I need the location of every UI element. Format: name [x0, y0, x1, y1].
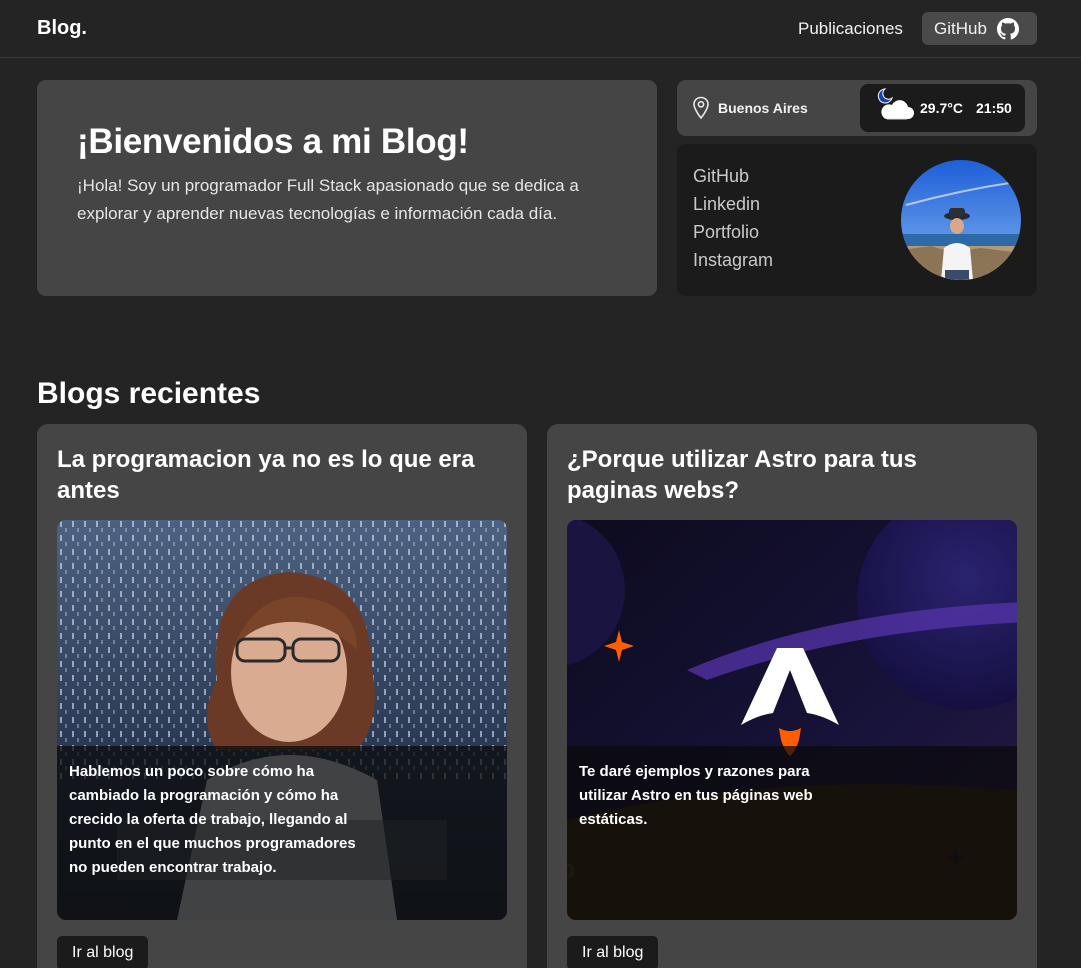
- blog-card: ¿Porque utilizar Astro para tus paginas …: [547, 424, 1037, 968]
- blog-card: La programacion ya no es lo que era ante…: [37, 424, 527, 968]
- top-navbar: Blog. Publicaciones GitHub: [0, 0, 1081, 58]
- blog-card-excerpt: Te daré ejemplos y razones para utilizar…: [579, 763, 813, 828]
- blog-card-excerpt: Hablemos un poco sobre cómo ha cambiado …: [69, 763, 356, 876]
- blog-card-image: Hablemos un poco sobre cómo ha cambiado …: [57, 520, 507, 920]
- social-link-portfolio[interactable]: Portfolio: [693, 218, 773, 246]
- city-name: Buenos Aires: [718, 100, 808, 116]
- welcome-text: ¡Hola! Soy un programador Full Stack apa…: [77, 176, 579, 223]
- blog-card-image: astro Te daré ejemplos y razones para ut…: [567, 520, 1017, 920]
- avatar: [901, 160, 1021, 280]
- welcome-title: ¡Bienvenidos a mi Blog!: [77, 122, 469, 161]
- blog-card-title[interactable]: La programacion ya no es lo que era ante…: [57, 444, 497, 506]
- github-icon: [996, 17, 1019, 39]
- location-pin-icon: [693, 96, 709, 120]
- blog-card-overlay: Te daré ejemplos y razones para utilizar…: [567, 746, 1017, 920]
- weather-widget: 29.7°C 21:50: [860, 84, 1025, 132]
- social-link-linkedin[interactable]: Linkedin: [693, 190, 773, 218]
- social-card: GitHub Linkedin Portfolio Instagram: [677, 144, 1037, 296]
- brand-logo[interactable]: Blog.: [37, 17, 87, 40]
- social-link-instagram[interactable]: Instagram: [693, 246, 773, 274]
- social-link-github[interactable]: GitHub: [693, 162, 773, 190]
- blog-card-overlay: Hablemos un poco sobre cómo ha cambiado …: [57, 746, 507, 920]
- blog-card-title[interactable]: ¿Porque utilizar Astro para tus paginas …: [567, 444, 1007, 506]
- location-widget: Buenos Aires 29.7°C 21:50: [677, 80, 1037, 136]
- github-button[interactable]: GitHub: [922, 12, 1037, 45]
- read-blog-button[interactable]: Ir al blog: [57, 936, 149, 968]
- welcome-card: ¡Bienvenidos a mi Blog! ¡Hola! Soy un pr…: [37, 80, 657, 296]
- moon-cloud-icon: [877, 88, 914, 120]
- recent-blogs-title: Blogs recientes: [37, 377, 261, 410]
- social-links: GitHub Linkedin Portfolio Instagram: [693, 162, 773, 274]
- nav-publications-link[interactable]: Publicaciones: [798, 19, 903, 39]
- time-value: 21:50: [976, 100, 1012, 116]
- read-blog-button[interactable]: Ir al blog: [567, 936, 659, 968]
- github-button-label: GitHub: [934, 18, 987, 38]
- temperature-value: 29.7°C: [920, 100, 963, 116]
